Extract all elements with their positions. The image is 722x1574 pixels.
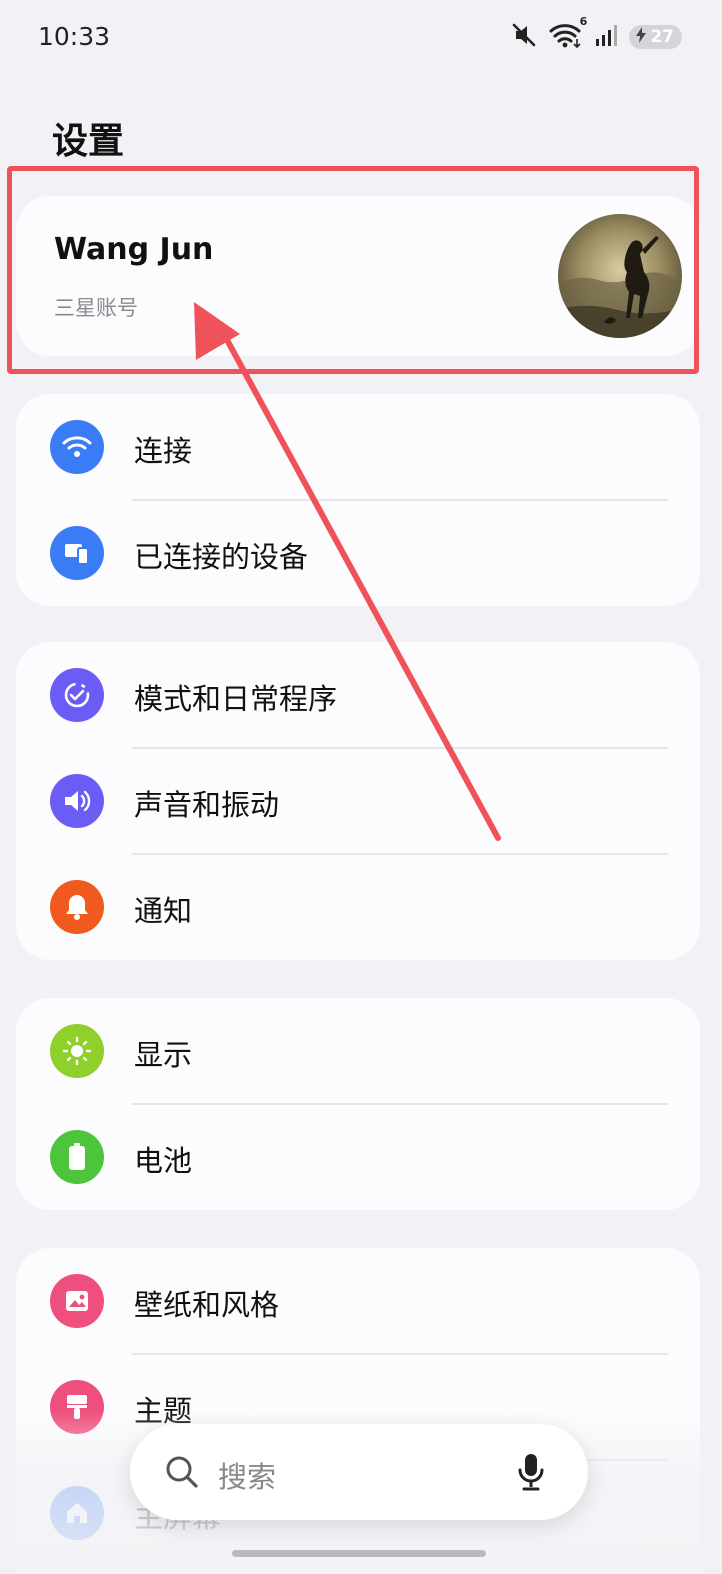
settings-item-modes-routines[interactable]: 模式和日常程序 bbox=[16, 642, 700, 748]
settings-group-display-battery: 显示 电池 bbox=[16, 998, 700, 1210]
speaker-icon bbox=[50, 774, 104, 828]
battery-icon bbox=[50, 1130, 104, 1184]
settings-group-connections: 连接 已连接的设备 bbox=[16, 394, 700, 606]
home-indicator[interactable] bbox=[232, 1550, 486, 1557]
settings-item-label: 通知 bbox=[134, 894, 193, 928]
status-bar: 10:33 6 27 bbox=[0, 0, 722, 76]
sun-icon bbox=[50, 1024, 104, 1078]
search-bar[interactable]: 搜索 bbox=[130, 1424, 588, 1520]
account-card[interactable]: Wang Jun 三星账号 bbox=[16, 196, 700, 356]
devices-icon bbox=[50, 526, 104, 580]
avatar[interactable] bbox=[558, 214, 682, 338]
settings-group-wallpaper-themes: 壁纸和风格 主题 主屏幕 bbox=[16, 1248, 700, 1574]
modes-icon bbox=[50, 668, 104, 722]
settings-group-modes-sound: 模式和日常程序 声音和振动 通知 bbox=[16, 642, 700, 960]
wifi-badge: 6 bbox=[579, 15, 588, 28]
settings-item-label: 已连接的设备 bbox=[134, 540, 309, 574]
settings-item-label: 连接 bbox=[134, 434, 193, 468]
settings-item-label: 壁纸和风格 bbox=[134, 1288, 280, 1322]
account-subtitle: 三星账号 bbox=[54, 296, 138, 320]
settings-item-connected-devices[interactable]: 已连接的设备 bbox=[16, 500, 700, 606]
microphone-icon[interactable] bbox=[516, 1452, 546, 1496]
page-title: 设置 bbox=[52, 121, 125, 162]
settings-item-notifications[interactable]: 通知 bbox=[16, 854, 700, 960]
account-name: Wang Jun bbox=[54, 232, 214, 267]
status-icons: 6 27 bbox=[511, 15, 682, 53]
search-input[interactable]: 搜索 bbox=[218, 1454, 276, 1496]
settings-item-label: 电池 bbox=[134, 1144, 193, 1178]
settings-item-label: 显示 bbox=[134, 1038, 193, 1072]
home-icon bbox=[50, 1486, 104, 1540]
mute-icon bbox=[511, 22, 537, 52]
search-icon bbox=[164, 1454, 200, 1494]
battery-indicator: 27 bbox=[629, 25, 682, 49]
battery-level: 27 bbox=[650, 27, 674, 47]
bell-icon bbox=[50, 880, 104, 934]
settings-item-wallpaper-style[interactable]: 壁纸和风格 bbox=[16, 1248, 700, 1354]
wifi-icon: 6 bbox=[549, 15, 587, 53]
signal-icon bbox=[595, 23, 618, 51]
settings-item-label: 声音和振动 bbox=[134, 788, 280, 822]
settings-item-connections[interactable]: 连接 bbox=[16, 394, 700, 500]
settings-item-label: 模式和日常程序 bbox=[134, 682, 338, 716]
settings-item-display[interactable]: 显示 bbox=[16, 998, 700, 1104]
status-time: 10:33 bbox=[38, 22, 111, 51]
settings-item-battery[interactable]: 电池 bbox=[16, 1104, 700, 1210]
settings-item-sound-vibration[interactable]: 声音和振动 bbox=[16, 748, 700, 854]
theme-icon bbox=[50, 1380, 104, 1434]
battery-charging-icon bbox=[635, 26, 647, 48]
wifi-icon bbox=[50, 420, 104, 474]
wallpaper-icon bbox=[50, 1274, 104, 1328]
